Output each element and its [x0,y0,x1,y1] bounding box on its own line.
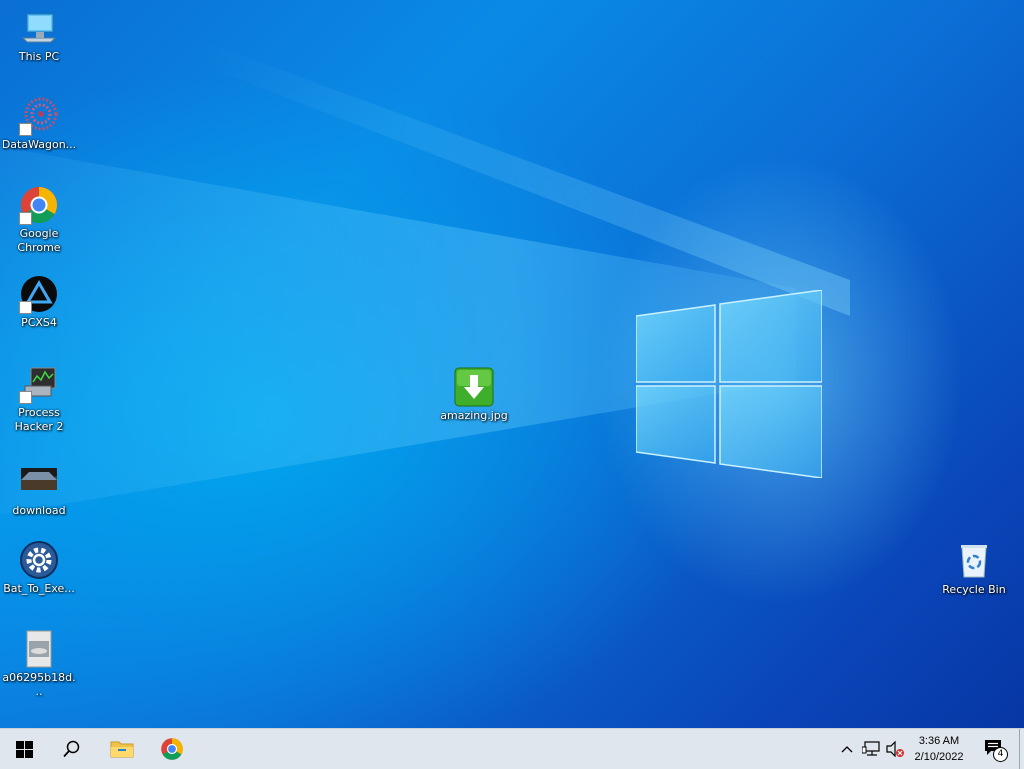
chrome-icon [19,185,59,225]
network-tray-button[interactable] [860,729,882,769]
desktop-icon-image-file[interactable]: a06295b18d... [1,629,77,699]
chevron-up-icon [841,746,853,753]
image-file-icon [19,629,59,669]
desktop[interactable]: This PC DataWagon... Google Chrome PCXS4… [0,0,1024,728]
volume-tray-button[interactable] [884,729,906,769]
green-download-icon [454,367,494,407]
pcxs4-icon [19,274,59,314]
recycle-bin-icon [954,541,994,581]
desktop-icon-download[interactable]: download [1,462,77,518]
notification-icon: 4 [983,739,1008,762]
windows-start-icon [15,740,33,758]
network-icon [862,741,880,756]
download-image-icon [19,462,59,502]
show-hidden-icons-button[interactable] [838,729,856,769]
search-button[interactable] [48,729,96,769]
desktop-icon-process-hacker[interactable]: Process Hacker 2 [1,364,77,434]
desktop-icon-pcxs4[interactable]: PCXS4 [1,274,77,330]
volume-muted-icon [886,741,904,757]
shortcut-arrow-icon [19,391,32,404]
process-hacker-icon [19,364,59,404]
taskbar-file-explorer[interactable] [98,729,146,769]
clock-time: 3:36 AM [918,735,960,747]
windows-logo-wallpaper [636,290,822,478]
taskbar-chrome[interactable] [148,729,196,769]
desktop-icon-amazing-jpg[interactable]: amazing.jpg [436,367,512,423]
shortcut-arrow-icon [19,212,32,225]
this-pc-icon [19,8,59,48]
file-explorer-icon [110,741,134,758]
show-desktop-button[interactable] [1019,729,1020,769]
notification-count-badge: 4 [993,747,1008,762]
clock[interactable]: 3:36 AM 2/10/2022 [905,733,973,765]
shortcut-arrow-icon [19,123,32,136]
desktop-icon-chrome[interactable]: Google Chrome [1,185,77,255]
desktop-icon-this-pc[interactable]: This PC [1,8,77,64]
action-center-button[interactable]: 4 [978,729,1008,769]
desktop-icon-datawagon[interactable]: DataWagon... [1,96,77,152]
search-icon [63,740,80,758]
start-button[interactable] [0,729,48,769]
desktop-icon-recycle-bin[interactable]: Recycle Bin [936,541,1012,597]
chrome-icon [161,738,183,760]
desktop-icon-bat-to-exe[interactable]: Bat_To_Exe... [1,540,77,596]
clock-date: 2/10/2022 [914,751,964,763]
shortcut-arrow-icon [19,301,32,314]
gear-icon [19,540,59,580]
datawagon-icon [19,96,59,136]
taskbar: 3:36 AM 2/10/2022 4 [0,728,1024,769]
